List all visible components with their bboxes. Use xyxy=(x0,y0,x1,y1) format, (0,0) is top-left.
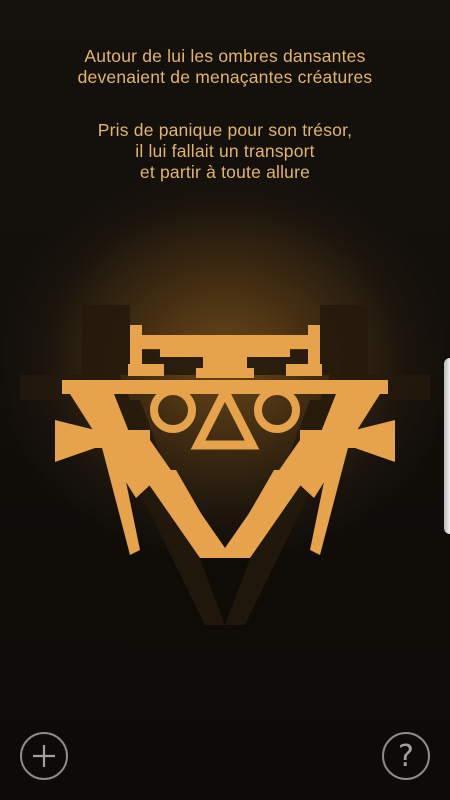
story-line: il lui fallait un transport xyxy=(135,141,315,161)
vehicle-emblem-icon[interactable] xyxy=(0,280,450,640)
plus-icon xyxy=(33,745,55,767)
story-text: Autour de lui les ombres dansantes deven… xyxy=(0,46,450,183)
question-icon: ? xyxy=(398,738,414,774)
story-line: et partir à toute allure xyxy=(139,162,311,182)
stanza-gap xyxy=(0,88,450,120)
emblem-details xyxy=(150,382,300,450)
story-line: Pris de panique pour son trésor, xyxy=(97,120,353,140)
edge-panel-handle[interactable] xyxy=(444,358,450,534)
story-line: devenaient de menaçantes créatures xyxy=(77,67,373,87)
story-line: Autour de lui les ombres dansantes xyxy=(84,46,366,66)
add-button[interactable] xyxy=(20,732,68,780)
help-button[interactable]: ? xyxy=(382,732,430,780)
